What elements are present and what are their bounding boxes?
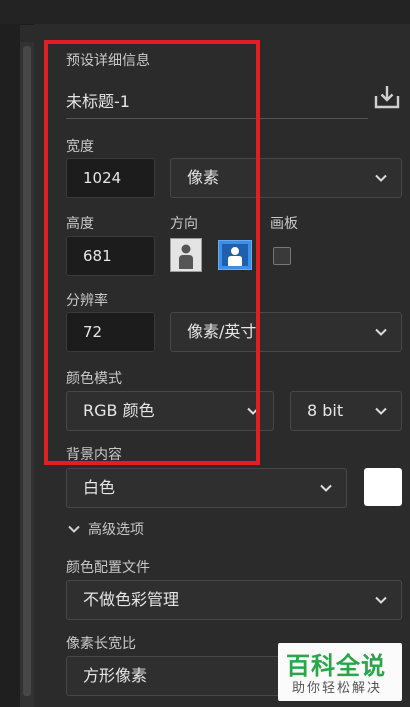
chevron-down-icon <box>375 407 387 415</box>
chevron-down-icon <box>375 596 387 604</box>
resolution-label: 分辨率 <box>66 293 108 309</box>
bit-depth-select[interactable]: 8 bit <box>290 391 402 431</box>
title-bar <box>0 0 410 25</box>
background-contents-value: 白色 <box>83 478 116 497</box>
color-profile-value: 不做色彩管理 <box>83 590 180 609</box>
chevron-down-icon <box>375 328 387 336</box>
chevron-down-icon <box>320 484 332 492</box>
chevron-down-icon <box>68 525 80 533</box>
orientation-label: 方向 <box>170 216 198 232</box>
portrait-orientation-button[interactable] <box>170 238 202 272</box>
save-preset-icon[interactable] <box>372 82 402 112</box>
color-mode-select[interactable]: RGB 颜色 <box>66 391 274 431</box>
watermark: 百科全说 助你轻松解决 <box>278 643 402 701</box>
color-profile-label: 颜色配置文件 <box>66 560 150 576</box>
background-color-swatch[interactable] <box>364 468 402 506</box>
resolution-unit-select[interactable]: 像素/英寸 <box>170 312 402 352</box>
color-profile-select[interactable]: 不做色彩管理 <box>66 580 402 620</box>
pixel-aspect-label: 像素长宽比 <box>66 636 136 652</box>
preset-details-label: 预设详细信息 <box>66 53 150 69</box>
artboard-checkbox[interactable] <box>273 247 291 265</box>
landscape-person-icon <box>222 244 248 266</box>
chevron-down-icon <box>375 174 387 182</box>
scrollbar-thumb[interactable] <box>23 46 31 696</box>
left-strip <box>0 24 20 707</box>
portrait-person-icon <box>179 244 193 269</box>
resolution-input[interactable]: 72 <box>66 312 155 352</box>
advanced-options-toggle[interactable]: 高级选项 <box>66 519 196 539</box>
color-mode-value: RGB 颜色 <box>83 401 155 420</box>
height-input[interactable]: 681 <box>66 236 155 276</box>
background-contents-label: 背景内容 <box>66 447 122 463</box>
document-name-field[interactable]: 未标题-1 <box>66 88 130 112</box>
width-label: 宽度 <box>66 139 94 155</box>
name-underline <box>66 118 368 119</box>
background-contents-select[interactable]: 白色 <box>66 468 347 508</box>
width-unit-select[interactable]: 像素 <box>170 158 402 198</box>
chevron-down-icon <box>247 407 259 415</box>
advanced-options-label: 高级选项 <box>88 522 144 538</box>
height-label: 高度 <box>66 216 94 232</box>
resolution-unit-value: 像素/英寸 <box>187 322 257 341</box>
color-mode-label: 颜色模式 <box>66 371 122 387</box>
landscape-orientation-button[interactable] <box>218 240 252 270</box>
artboard-label: 画板 <box>270 216 298 232</box>
watermark-subtitle: 助你轻松解决 <box>292 681 383 696</box>
watermark-title: 百科全说 <box>286 652 386 680</box>
pixel-aspect-value: 方形像素 <box>83 666 148 685</box>
width-input[interactable]: 1024 <box>66 158 155 198</box>
width-unit-value: 像素 <box>187 168 220 187</box>
bit-depth-value: 8 bit <box>307 401 344 420</box>
